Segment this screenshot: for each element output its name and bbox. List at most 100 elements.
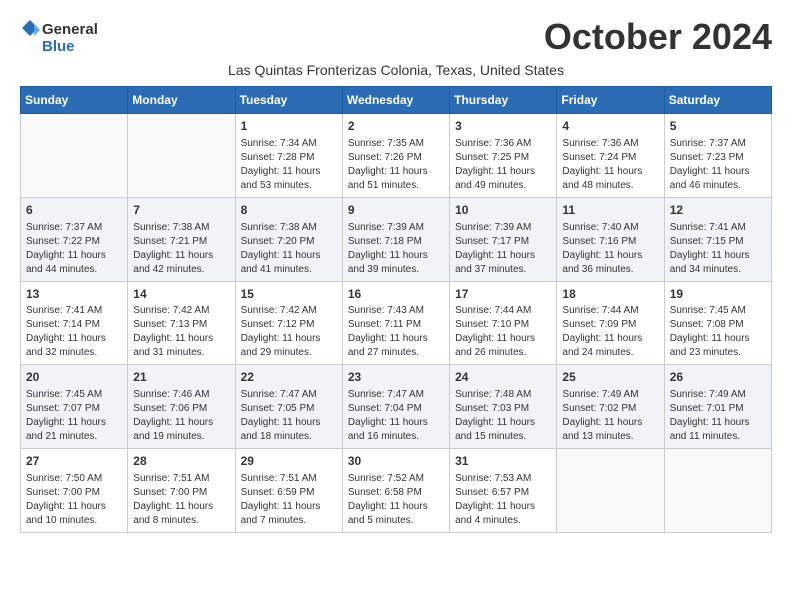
calendar-cell: 18Sunrise: 7:44 AM Sunset: 7:09 PM Dayli… [557, 281, 664, 365]
day-number: 22 [241, 369, 337, 386]
header-friday: Friday [557, 87, 664, 114]
day-number: 23 [348, 369, 444, 386]
day-number: 20 [26, 369, 122, 386]
month-title: October 2024 [544, 16, 772, 58]
calendar-cell: 16Sunrise: 7:43 AM Sunset: 7:11 PM Dayli… [342, 281, 449, 365]
day-info: Sunrise: 7:42 AM Sunset: 7:12 PM Dayligh… [241, 304, 337, 360]
page-header: General Blue October 2024 [20, 16, 772, 58]
day-number: 3 [455, 118, 551, 135]
day-number: 11 [562, 202, 658, 219]
day-info: Sunrise: 7:36 AM Sunset: 7:25 PM Dayligh… [455, 137, 551, 193]
calendar-cell: 31 Sunrise: 7:53 AM Sunset: 6:57 PM Dayli… [450, 449, 557, 533]
day-info: Sunrise: 7:41 AM Sunset: 7:15 PM Dayligh… [670, 221, 766, 277]
calendar-cell: 2Sunrise: 7:35 AM Sunset: 7:26 PM Daylig… [342, 114, 449, 198]
day-number: 5 [670, 118, 766, 135]
day-number: 13 [26, 286, 122, 303]
day-info: Sunrise: 7:38 AM Sunset: 7:20 PM Dayligh… [241, 221, 337, 277]
day-number: 4 [562, 118, 658, 135]
calendar-header-row: SundayMondayTuesdayWednesdayThursdayFrid… [21, 87, 772, 114]
calendar-cell [128, 114, 235, 198]
day-info: Sunrise: 7:47 AM Sunset: 7:04 PM Dayligh… [348, 388, 444, 444]
calendar-week-4: 20 Sunrise: 7:45 AM Sunset: 7:07 PM Dayli… [21, 365, 772, 449]
calendar-cell: 29Sunrise: 7:51 AM Sunset: 6:59 PM Dayli… [235, 449, 342, 533]
calendar-cell: 30 Sunrise: 7:52 AM Sunset: 6:58 PM Dayli… [342, 449, 449, 533]
header-tuesday: Tuesday [235, 87, 342, 114]
day-info: Sunrise: 7:46 AM Sunset: 7:06 PM Dayligh… [133, 388, 229, 444]
day-number: 14 [133, 286, 229, 303]
calendar-cell: 24 Sunrise: 7:48 AM Sunset: 7:03 PM Dayli… [450, 365, 557, 449]
day-number: 28 [133, 453, 229, 470]
calendar-cell [21, 114, 128, 198]
day-number: 16 [348, 286, 444, 303]
calendar-cell: 17Sunrise: 7:44 AM Sunset: 7:10 PM Dayli… [450, 281, 557, 365]
header-thursday: Thursday [450, 87, 557, 114]
day-info: Sunrise: 7:40 AM Sunset: 7:16 PM Dayligh… [562, 221, 658, 277]
calendar-cell: 6 Sunrise: 7:37 AM Sunset: 7:22 PM Daylig… [21, 197, 128, 281]
calendar-cell: 27 Sunrise: 7:50 AM Sunset: 7:00 PM Dayli… [21, 449, 128, 533]
day-number: 24 [455, 369, 551, 386]
day-info: Sunrise: 7:37 AM Sunset: 7:22 PM Dayligh… [26, 221, 122, 277]
calendar-cell: 15Sunrise: 7:42 AM Sunset: 7:12 PM Dayli… [235, 281, 342, 365]
calendar-cell: 1 Sunrise: 7:34 AM Sunset: 7:28 PM Daylig… [235, 114, 342, 198]
day-info: Sunrise: 7:45 AM Sunset: 7:08 PM Dayligh… [670, 304, 766, 360]
day-number: 18 [562, 286, 658, 303]
day-number: 7 [133, 202, 229, 219]
day-number: 12 [670, 202, 766, 219]
calendar-cell: 11 Sunrise: 7:40 AM Sunset: 7:16 PM Dayli… [557, 197, 664, 281]
calendar-week-5: 27 Sunrise: 7:50 AM Sunset: 7:00 PM Dayli… [21, 449, 772, 533]
calendar-cell: 20 Sunrise: 7:45 AM Sunset: 7:07 PM Dayli… [21, 365, 128, 449]
calendar-cell: 10Sunrise: 7:39 AM Sunset: 7:17 PM Dayli… [450, 197, 557, 281]
day-info: Sunrise: 7:43 AM Sunset: 7:11 PM Dayligh… [348, 304, 444, 360]
day-info: Sunrise: 7:34 AM Sunset: 7:28 PM Dayligh… [241, 137, 337, 193]
calendar-cell: 4 Sunrise: 7:36 AM Sunset: 7:24 PM Daylig… [557, 114, 664, 198]
day-info: Sunrise: 7:52 AM Sunset: 6:58 PM Dayligh… [348, 472, 444, 528]
calendar-cell: 28 Sunrise: 7:51 AM Sunset: 7:00 PM Dayli… [128, 449, 235, 533]
day-number: 9 [348, 202, 444, 219]
day-info: Sunrise: 7:50 AM Sunset: 7:00 PM Dayligh… [26, 472, 122, 528]
day-info: Sunrise: 7:39 AM Sunset: 7:17 PM Dayligh… [455, 221, 551, 277]
calendar-cell: 25Sunrise: 7:49 AM Sunset: 7:02 PM Dayli… [557, 365, 664, 449]
calendar-week-3: 13Sunrise: 7:41 AM Sunset: 7:14 PM Dayli… [21, 281, 772, 365]
svg-text:General: General [42, 21, 98, 38]
day-info: Sunrise: 7:51 AM Sunset: 6:59 PM Dayligh… [241, 472, 337, 528]
day-number: 26 [670, 369, 766, 386]
calendar-cell [664, 449, 771, 533]
day-info: Sunrise: 7:44 AM Sunset: 7:09 PM Dayligh… [562, 304, 658, 360]
calendar-cell: 3 Sunrise: 7:36 AM Sunset: 7:25 PM Daylig… [450, 114, 557, 198]
calendar-cell [557, 449, 664, 533]
header-monday: Monday [128, 87, 235, 114]
logo: General Blue [20, 16, 140, 56]
day-number: 2 [348, 118, 444, 135]
calendar-cell: 8 Sunrise: 7:38 AM Sunset: 7:20 PM Daylig… [235, 197, 342, 281]
day-info: Sunrise: 7:49 AM Sunset: 7:01 PM Dayligh… [670, 388, 766, 444]
day-number: 1 [241, 118, 337, 135]
day-number: 31 [455, 453, 551, 470]
calendar-cell: 12 Sunrise: 7:41 AM Sunset: 7:15 PM Dayli… [664, 197, 771, 281]
day-info: Sunrise: 7:45 AM Sunset: 7:07 PM Dayligh… [26, 388, 122, 444]
calendar-week-1: 1 Sunrise: 7:34 AM Sunset: 7:28 PM Daylig… [21, 114, 772, 198]
header-wednesday: Wednesday [342, 87, 449, 114]
calendar-cell: 9 Sunrise: 7:39 AM Sunset: 7:18 PM Daylig… [342, 197, 449, 281]
day-number: 8 [241, 202, 337, 219]
day-info: Sunrise: 7:36 AM Sunset: 7:24 PM Dayligh… [562, 137, 658, 193]
header-saturday: Saturday [664, 87, 771, 114]
day-info: Sunrise: 7:38 AM Sunset: 7:21 PM Dayligh… [133, 221, 229, 277]
day-number: 30 [348, 453, 444, 470]
calendar-cell: 7 Sunrise: 7:38 AM Sunset: 7:21 PM Daylig… [128, 197, 235, 281]
calendar-cell: 26 Sunrise: 7:49 AM Sunset: 7:01 PM Dayli… [664, 365, 771, 449]
day-number: 15 [241, 286, 337, 303]
day-info: Sunrise: 7:53 AM Sunset: 6:57 PM Dayligh… [455, 472, 551, 528]
day-info: Sunrise: 7:37 AM Sunset: 7:23 PM Dayligh… [670, 137, 766, 193]
day-info: Sunrise: 7:39 AM Sunset: 7:18 PM Dayligh… [348, 221, 444, 277]
day-number: 6 [26, 202, 122, 219]
calendar-cell: 19Sunrise: 7:45 AM Sunset: 7:08 PM Dayli… [664, 281, 771, 365]
svg-text:Blue: Blue [42, 38, 75, 55]
day-number: 17 [455, 286, 551, 303]
day-number: 27 [26, 453, 122, 470]
calendar-cell: 21Sunrise: 7:46 AM Sunset: 7:06 PM Dayli… [128, 365, 235, 449]
day-info: Sunrise: 7:51 AM Sunset: 7:00 PM Dayligh… [133, 472, 229, 528]
location-subtitle: Las Quintas Fronterizas Colonia, Texas, … [20, 62, 772, 78]
header-sunday: Sunday [21, 87, 128, 114]
day-info: Sunrise: 7:48 AM Sunset: 7:03 PM Dayligh… [455, 388, 551, 444]
day-info: Sunrise: 7:44 AM Sunset: 7:10 PM Dayligh… [455, 304, 551, 360]
